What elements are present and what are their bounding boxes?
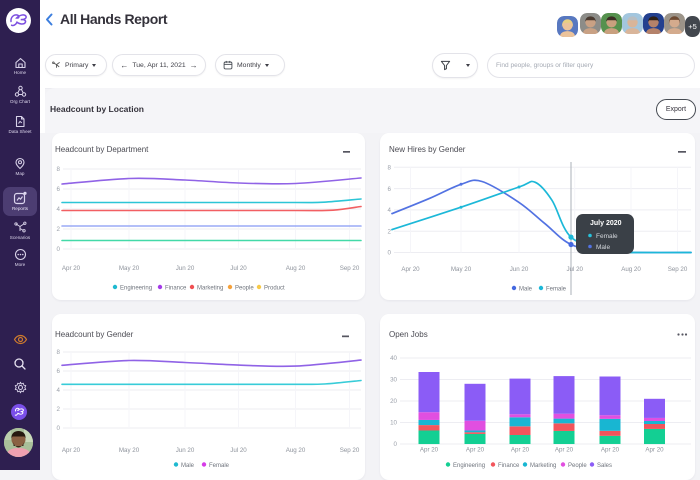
svg-text:2: 2 [388, 228, 392, 235]
svg-text:Jun 20: Jun 20 [510, 266, 529, 273]
svg-text:Apr 20: Apr 20 [62, 447, 81, 454]
svg-text:Female: Female [546, 286, 567, 292]
svg-text:40: 40 [390, 355, 397, 362]
svg-text:Jun 20: Jun 20 [176, 265, 195, 272]
svg-text:Female: Female [209, 463, 230, 469]
svg-text:Apr 20: Apr 20 [555, 447, 574, 454]
svg-text:Finance: Finance [165, 285, 187, 291]
svg-text:Jul 20: Jul 20 [566, 266, 583, 273]
svg-text:Engineering: Engineering [453, 463, 485, 469]
svg-text:Aug 20: Aug 20 [286, 265, 306, 272]
svg-text:Sep 20: Sep 20 [668, 266, 688, 273]
svg-text:Sep 20: Sep 20 [340, 265, 360, 272]
svg-text:0: 0 [388, 250, 392, 257]
svg-text:Apr 20: Apr 20 [466, 447, 485, 454]
svg-text:New Hires by Gender: New Hires by Gender [389, 145, 466, 154]
svg-text:0: 0 [57, 425, 61, 432]
svg-text:Headcount by Gender: Headcount by Gender [55, 330, 134, 339]
svg-text:Jul 20: Jul 20 [230, 265, 247, 272]
svg-text:Apr 20: Apr 20 [420, 447, 439, 454]
svg-text:4: 4 [388, 207, 392, 214]
svg-text:Apr 20: Apr 20 [511, 447, 530, 454]
svg-text:May 20: May 20 [119, 447, 140, 454]
svg-text:0: 0 [57, 246, 61, 253]
svg-text:10: 10 [390, 420, 397, 427]
svg-text:Jun 20: Jun 20 [176, 447, 195, 454]
svg-text:Male: Male [181, 463, 195, 469]
svg-text:4: 4 [57, 387, 61, 394]
svg-text:Apr 20: Apr 20 [645, 447, 664, 454]
svg-text:6: 6 [57, 368, 61, 375]
svg-text:Aug 20: Aug 20 [621, 266, 641, 273]
svg-text:Apr 20: Apr 20 [401, 266, 420, 273]
svg-text:8: 8 [57, 166, 61, 173]
svg-text:Sales: Sales [597, 463, 612, 469]
svg-text:Male: Male [596, 244, 610, 251]
svg-text:Male: Male [519, 286, 533, 292]
svg-text:People: People [235, 285, 254, 291]
svg-text:Sep 20: Sep 20 [340, 447, 360, 454]
svg-text:Marketing: Marketing [197, 285, 223, 291]
svg-text:Finance: Finance [498, 463, 520, 469]
svg-text:6: 6 [388, 186, 392, 193]
svg-text:May 20: May 20 [119, 265, 140, 272]
svg-text:2: 2 [57, 226, 61, 233]
svg-text:July 2020: July 2020 [590, 220, 622, 227]
svg-text:6: 6 [57, 186, 61, 193]
svg-text:May 20: May 20 [451, 266, 472, 273]
svg-text:2: 2 [57, 406, 61, 413]
svg-text:People: People [568, 463, 587, 469]
svg-text:Engineering: Engineering [120, 285, 152, 291]
svg-text:8: 8 [388, 165, 392, 172]
svg-text:0: 0 [394, 441, 398, 448]
svg-text:Open Jobs: Open Jobs [389, 330, 428, 339]
svg-text:8: 8 [57, 349, 61, 356]
svg-text:30: 30 [390, 377, 397, 384]
svg-text:Headcount by Department: Headcount by Department [55, 145, 149, 154]
svg-text:Female: Female [596, 233, 618, 240]
svg-text:20: 20 [390, 398, 397, 405]
svg-text:Aug 20: Aug 20 [286, 447, 306, 454]
svg-text:4: 4 [57, 206, 61, 213]
svg-text:Marketing: Marketing [530, 463, 556, 469]
svg-text:Apr 20: Apr 20 [62, 265, 81, 272]
svg-text:Apr 20: Apr 20 [601, 447, 620, 454]
svg-text:Jul 20: Jul 20 [230, 447, 247, 454]
svg-text:Product: Product [264, 285, 285, 291]
